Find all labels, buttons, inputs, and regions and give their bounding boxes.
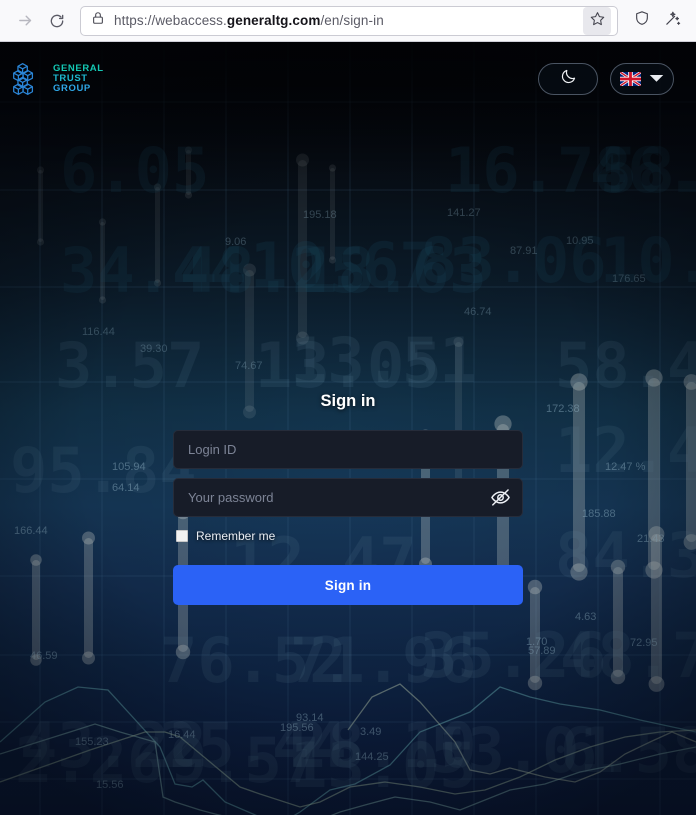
brand-logo-text: GENERAL TRUST GROUP (53, 64, 104, 94)
svg-text:155.23: 155.23 (75, 736, 109, 748)
page-title: Sign in (320, 392, 376, 410)
svg-text:116.44: 116.44 (82, 326, 115, 338)
login-id-field[interactable] (173, 430, 523, 469)
language-selector[interactable] (610, 63, 674, 95)
svg-text:39.30: 39.30 (140, 343, 168, 355)
theme-toggle-button[interactable] (538, 63, 598, 95)
uk-flag-icon (620, 72, 641, 86)
sparkle-wand-icon (664, 10, 681, 32)
svg-text:21.43: 21.43 (637, 533, 665, 545)
header-controls (538, 63, 674, 95)
svg-text:144.25: 144.25 (355, 751, 389, 763)
svg-text:64.14: 64.14 (112, 482, 140, 494)
svg-text:10.53: 10.53 (600, 224, 696, 297)
svg-text:166.44: 166.44 (14, 525, 48, 537)
svg-text:3.49: 3.49 (360, 726, 381, 738)
shield-icon (634, 10, 650, 31)
svg-text:95.84: 95.84 (10, 434, 197, 507)
svg-text:87.91: 87.91 (510, 245, 538, 257)
svg-text:141.27: 141.27 (447, 207, 481, 219)
login-id-input[interactable] (174, 431, 522, 468)
svg-text:48.79 %: 48.79 % (560, 619, 696, 692)
remember-me-checkbox[interactable] (176, 530, 188, 542)
svg-text:6.58 %: 6.58 % (560, 714, 696, 787)
reload-button[interactable] (42, 6, 72, 36)
svg-text:15.56: 15.56 (96, 779, 124, 791)
svg-text:185.88: 185.88 (582, 508, 616, 520)
lock-icon (91, 11, 105, 30)
address-bar-text: https://webaccess.generaltg.com/en/sign-… (114, 13, 384, 28)
remember-me-label: Remember me (196, 529, 276, 543)
svg-text:18.63: 18.63 (300, 234, 487, 307)
page-content: 46.0716.7858.34 %6.0510.6783.0610.5313.5… (0, 42, 696, 815)
browser-toolbar: https://webaccess.generaltg.com/en/sign-… (0, 0, 696, 42)
tracking-protection-button[interactable] (628, 7, 656, 35)
svg-text:58.34 %: 58.34 % (600, 134, 696, 207)
star-icon (590, 11, 605, 31)
svg-text:84.33 %: 84.33 % (555, 519, 696, 592)
reload-icon (49, 13, 65, 29)
svg-text:46.59: 46.59 (30, 650, 58, 662)
svg-text:10.95: 10.95 (566, 235, 594, 247)
svg-text:176.65: 176.65 (612, 273, 646, 285)
password-field[interactable] (173, 478, 523, 517)
sign-in-button[interactable]: Sign in (173, 565, 523, 605)
svg-text:12.47 %: 12.47 % (555, 414, 696, 487)
svg-text:105.94: 105.94 (112, 461, 146, 473)
chevron-down-icon (649, 70, 664, 88)
eye-off-icon[interactable] (489, 487, 511, 509)
svg-text:46.74: 46.74 (464, 306, 492, 318)
moon-icon (560, 68, 577, 90)
password-input[interactable] (174, 479, 522, 516)
svg-text:58.49 %: 58.49 % (555, 329, 696, 402)
address-bar[interactable]: https://webaccess.generaltg.com/en/sign-… (80, 5, 618, 36)
cube-cluster-logo-icon (12, 62, 46, 96)
svg-text:9.06: 9.06 (225, 236, 246, 248)
svg-text:6.05: 6.05 (60, 134, 209, 207)
svg-text:12.47 %: 12.47 % (605, 461, 646, 473)
svg-text:4.63: 4.63 (575, 611, 596, 623)
svg-text:195.56: 195.56 (280, 722, 314, 734)
site-header: GENERAL TRUST GROUP (0, 42, 696, 116)
logo-line-group: GROUP (53, 82, 91, 94)
svg-text:195.18: 195.18 (303, 209, 337, 221)
forward-button[interactable] (10, 6, 40, 36)
svg-text:16.44: 16.44 (168, 729, 196, 741)
login-form: Sign in Remember me Sign in (173, 392, 523, 605)
forward-arrow-icon (17, 12, 34, 29)
brand-logo[interactable]: GENERAL TRUST GROUP (12, 62, 104, 96)
svg-text:172.38: 172.38 (546, 403, 580, 415)
remember-me-row[interactable]: Remember me (176, 526, 523, 546)
svg-text:74.67: 74.67 (235, 360, 263, 372)
extension-button[interactable] (658, 7, 686, 35)
bookmark-star-button[interactable] (583, 6, 611, 35)
svg-text:1.70: 1.70 (526, 636, 547, 648)
svg-text:72.95: 72.95 (630, 637, 658, 649)
